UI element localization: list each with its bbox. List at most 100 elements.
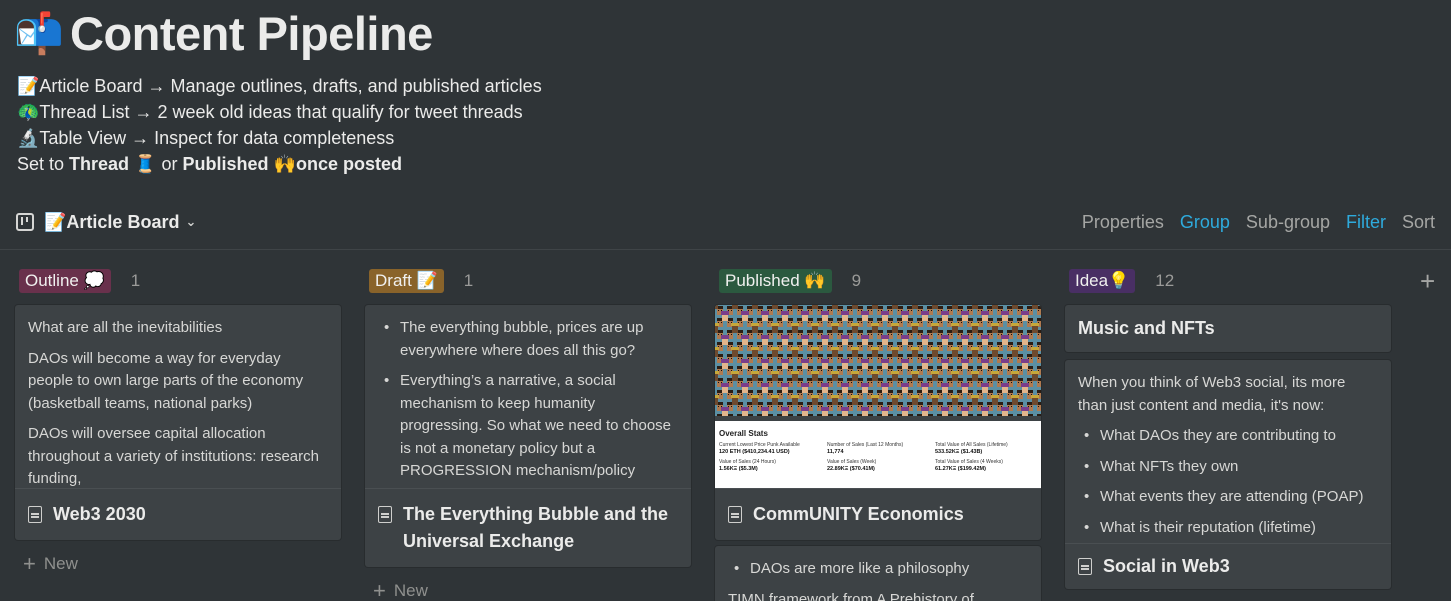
group-button[interactable]: Group [1180, 212, 1230, 233]
stat: Number of Sales (Last 12 Months) 11,774 [827, 442, 929, 456]
column-outline: Outline 💭 1 What are all the inevitabili… [15, 265, 341, 576]
preview-bullet: The everything bubble, prices are up eve… [384, 317, 678, 362]
preview-bullet: What is their reputation (lifetime) [1084, 517, 1378, 540]
stats-panel: Overall Stats Current Lowest Price Punk … [715, 421, 1041, 488]
card-preview: When you think of Web3 social, its more … [1065, 360, 1391, 544]
card-social-in-web3[interactable]: When you think of Web3 social, its more … [1065, 360, 1391, 589]
stat-value: 1.56KΞ ($5.3M) [719, 466, 758, 472]
stat-label: Number of Sales (Last 12 Months) [827, 442, 904, 448]
properties-button[interactable]: Properties [1082, 212, 1164, 233]
card-title-row: Web3 2030 [15, 489, 341, 540]
column-header: Idea💡 12 [1065, 265, 1391, 297]
card-community-economics[interactable]: Overall Stats Current Lowest Price Punk … [715, 305, 1041, 540]
stat: Value of Sales (24 Hours) 1.56KΞ ($5.3M) [719, 459, 821, 473]
description-line-table-view: 🔬Table View → Inspect for data completen… [17, 125, 542, 151]
memo-icon: 📝 [44, 211, 67, 232]
stat-value: 533.52KΞ ($1.43B) [935, 449, 983, 455]
status-tag-outline[interactable]: Outline 💭 [19, 269, 111, 293]
card-title: CommUNITY Economics [753, 504, 964, 524]
stat: Total Value of All Sales (Lifetime) 533.5… [935, 442, 1037, 456]
divider [0, 249, 1451, 250]
raised-hands-icon: 🙌 [273, 154, 296, 174]
card-title: Web3 2030 [53, 504, 146, 524]
card-preview: DAOs are more like a philosophy TIMN fra… [715, 546, 1041, 601]
status-thread-text: Thread [69, 154, 130, 174]
view-bar: 📝 Article Board ⌄ Properties Group Sub-g… [16, 205, 1435, 239]
stat-value: 61.27KΞ ($199.42M) [935, 466, 986, 472]
preview-text: DAOs will oversee capital allocation thr… [28, 425, 319, 487]
sort-button[interactable]: Sort [1402, 212, 1435, 233]
page-icon [728, 506, 742, 523]
preview-text: What are all the inevitabilities [28, 319, 223, 336]
card-title: The Everything Bubble and the Universal … [403, 504, 669, 551]
stat-label: Current Lowest Price Punk Available [719, 442, 800, 448]
card-preview: The everything bubble, prices are up eve… [365, 305, 691, 489]
card-preview: What are all the inevitabilities DAOs wi… [15, 305, 341, 489]
board-view-icon [16, 213, 34, 231]
page-title[interactable]: Content Pipeline [70, 6, 433, 62]
content-pipeline-page: 📬 Content Pipeline 📝Article Board → Mana… [0, 0, 1451, 601]
card-title: Social in Web3 [1103, 556, 1230, 576]
stat-label: Value of Sales (Week) [827, 459, 877, 465]
view-name: Article Board [66, 211, 180, 232]
page-icon [378, 506, 392, 523]
cryptopunks-grid-image [715, 305, 1041, 416]
card-everything-bubble[interactable]: The everything bubble, prices are up eve… [365, 305, 691, 567]
status-published-text: Published [182, 154, 269, 174]
description-line-thread-list: 🦚Thread List → 2 week old ideas that qua… [17, 99, 542, 125]
thread-icon: 🧵 [134, 154, 157, 174]
preview-bullet: Everything’s a narrative, a social mecha… [384, 370, 678, 483]
new-label: New [43, 554, 78, 573]
preview-text: DAOs will become a way for everyday peop… [28, 349, 304, 412]
view-actions: Properties Group Sub-group Filter Sort [1082, 212, 1435, 233]
preview-text: TIMN framework from A Prehistory of [728, 590, 974, 601]
plus-icon: + [23, 551, 36, 576]
filter-button[interactable]: Filter [1346, 212, 1386, 233]
bird-icon: 🦚 [17, 102, 40, 122]
page-icon [1078, 558, 1092, 575]
description-text: Article Board → Manage outlines, drafts,… [39, 76, 542, 96]
stat-value: 22.89KΞ ($70.41M) [827, 466, 875, 472]
card-music-and-nfts[interactable]: Music and NFTs [1065, 305, 1391, 352]
card-title: Music and NFTs [1078, 318, 1215, 338]
card-web3-2030[interactable]: What are all the inevitabilities DAOs wi… [15, 305, 341, 540]
view-selector[interactable]: 📝 Article Board ⌄ [16, 212, 196, 233]
new-label: New [393, 581, 428, 600]
memo-icon: 📝 [17, 76, 40, 96]
column-header: Outline 💭 1 [15, 265, 341, 297]
card-cover-image: Overall Stats Current Lowest Price Punk … [715, 305, 1041, 489]
add-group-plus-icon[interactable]: + [1420, 266, 1435, 297]
stats-grid: Current Lowest Price Punk Available 120 E… [719, 442, 1037, 473]
column-count: 9 [851, 271, 862, 290]
card-published-2[interactable]: DAOs are more like a philosophy TIMN fra… [715, 546, 1041, 601]
microscope-icon: 🔬 [17, 128, 40, 148]
stat-value: 120 ETH ($410,234.41 USD) [719, 449, 790, 455]
column-published: Published 🙌 9 Overall Stats Current Lowe… [715, 265, 1041, 601]
status-tag-draft[interactable]: Draft 📝 [369, 269, 444, 293]
column-header: Draft 📝 1 [365, 265, 691, 297]
description-text: Table View → Inspect for data completene… [39, 128, 395, 148]
column-header: Published 🙌 9 [715, 265, 1041, 297]
page-description: 📝Article Board → Manage outlines, drafts… [17, 73, 542, 177]
subgroup-button[interactable]: Sub-group [1246, 212, 1330, 233]
stat-value: 11,774 [827, 449, 844, 455]
new-card-button[interactable]: + New [365, 580, 691, 601]
description-line-article-board: 📝Article Board → Manage outlines, drafts… [17, 73, 542, 99]
new-card-button[interactable]: + New [15, 551, 341, 576]
status-tag-published[interactable]: Published 🙌 [719, 269, 832, 293]
column-count: 1 [463, 271, 474, 290]
stat-label: Total Value of Sales (4 Weeks) [935, 459, 1003, 465]
column-count: 12 [1155, 271, 1175, 290]
card-title-row: CommUNITY Economics [715, 489, 1041, 540]
preview-bullet: What DAOs they are contributing to [1084, 425, 1378, 448]
column-draft: Draft 📝 1 The everything bubble, prices … [365, 265, 691, 601]
column-idea: Idea💡 12 Music and NFTs When you think o… [1065, 265, 1391, 589]
stat: Value of Sales (Week) 22.89KΞ ($70.41M) [827, 459, 929, 473]
card-title-row: The Everything Bubble and the Universal … [365, 489, 691, 567]
mailbox-icon[interactable]: 📬 [14, 6, 64, 62]
description-line-status: Set to Thread 🧵 or Published 🙌once poste… [17, 151, 542, 177]
chevron-down-icon: ⌄ [185, 214, 197, 229]
preview-bullet: What NFTs they own [1084, 456, 1378, 479]
description-text: Set to [17, 154, 70, 174]
status-tag-idea[interactable]: Idea💡 [1069, 269, 1136, 293]
